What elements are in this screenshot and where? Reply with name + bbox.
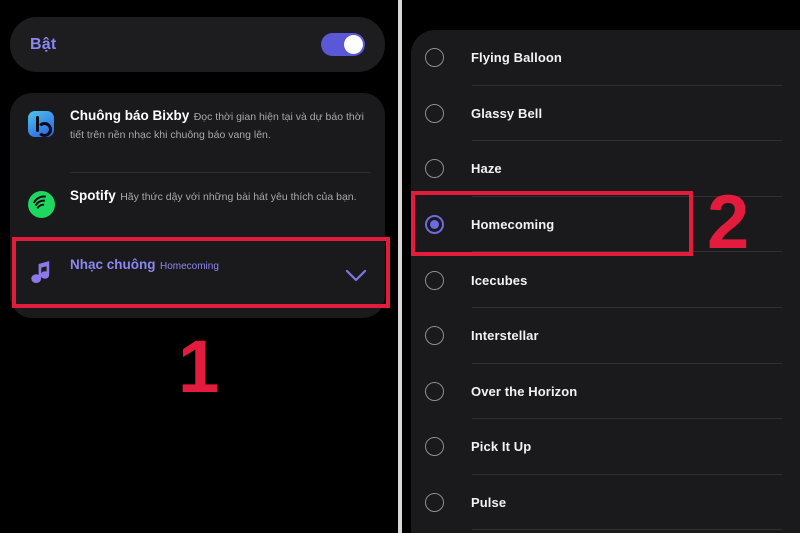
alarm-sound-toggle-card[interactable]: Bật	[10, 17, 385, 72]
option-text-bixby: Chuông báo Bixby Đọc thời gian hiện tại …	[70, 107, 369, 143]
option-row-bixby[interactable]: Chuông báo Bixby Đọc thời gian hiện tại …	[10, 93, 385, 173]
ringtone-row[interactable]: Glassy Bell	[411, 86, 800, 142]
radio-button[interactable]	[425, 48, 444, 68]
right-panel-ringtone-picker: Flying Balloon Glassy Bell Haze Homecoming I…	[402, 0, 800, 533]
option-text-spotify: Spotify Hãy thức dậy với những bài hát y…	[70, 187, 369, 205]
screenshot-root: Bật Chuông báo Bixby Đọc thời gian hiện …	[0, 0, 800, 533]
bixby-icon	[26, 109, 56, 139]
ringtone-name: Pulse	[471, 495, 507, 511]
ringtone-row[interactable]: Over the Horizon	[411, 364, 800, 420]
ringtone-name: Interstellar	[471, 328, 539, 344]
ringtone-list: Flying Balloon Glassy Bell Haze Homecoming I…	[411, 30, 800, 533]
toggle-knob	[344, 35, 363, 54]
ringtone-row[interactable]: Interstellar	[411, 308, 800, 364]
row-divider	[472, 529, 782, 531]
option-title: Chuông báo Bixby	[70, 108, 190, 123]
option-title: Nhạc chuông	[70, 257, 156, 272]
ringtone-name: Over the Horizon	[471, 383, 578, 399]
option-selected-ringtone: Homecoming	[159, 261, 219, 272]
radio-button[interactable]	[425, 270, 444, 290]
ringtone-name: Flying Balloon	[471, 50, 562, 66]
ringtone-name: Icecubes	[471, 272, 528, 288]
spotify-icon	[26, 189, 56, 219]
option-row-spotify[interactable]: Spotify Hãy thức dậy với những bài hát y…	[10, 173, 385, 238]
ringtone-row[interactable]: Flying Balloon	[411, 30, 800, 86]
option-text-ringtone: Nhạc chuông Homecoming	[70, 256, 335, 274]
checkmark-icon	[343, 263, 369, 289]
radio-button[interactable]	[425, 381, 444, 401]
ringtone-name: Homecoming	[471, 217, 555, 233]
radio-button-selected[interactable]	[425, 215, 444, 235]
option-row-ringtone[interactable]: Nhạc chuông Homecoming	[10, 238, 385, 308]
ringtone-row[interactable]: Pulse	[411, 475, 800, 531]
radio-button[interactable]	[425, 159, 444, 179]
music-note-icon	[26, 258, 56, 288]
annotation-number-1: 1	[178, 325, 220, 408]
option-title: Spotify	[70, 188, 116, 203]
ringtone-name: Glassy Bell	[471, 105, 543, 121]
annotation-number-2: 2	[707, 180, 750, 265]
radio-button[interactable]	[425, 103, 444, 123]
alarm-sound-options-card: Chuông báo Bixby Đọc thời gian hiện tại …	[10, 93, 385, 318]
left-panel-alarm-sound-settings: Bật Chuông báo Bixby Đọc thời gian hiện …	[0, 0, 398, 533]
ringtone-name: Haze	[471, 161, 502, 177]
option-description: Hãy thức dậy với những bài hát yêu thích…	[120, 191, 357, 203]
radio-button[interactable]	[425, 437, 444, 457]
radio-button[interactable]	[425, 493, 444, 513]
ringtone-row[interactable]: Pick It Up	[411, 419, 800, 475]
alarm-sound-toggle-switch[interactable]	[321, 33, 365, 56]
ringtone-name: Pick It Up	[471, 439, 532, 455]
radio-button[interactable]	[425, 326, 444, 346]
toggle-label: Bật	[30, 35, 57, 53]
